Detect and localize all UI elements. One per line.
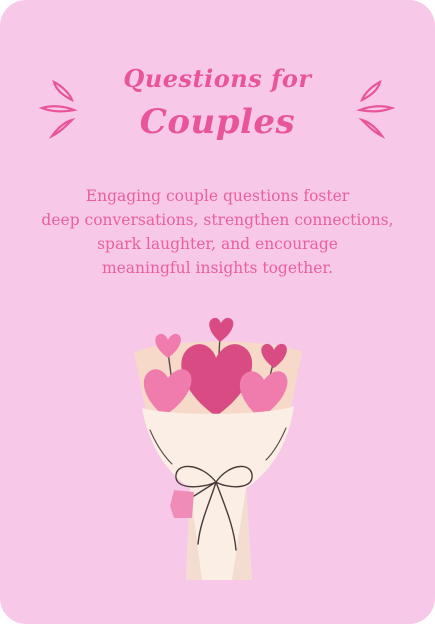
description-line-2: deep conversations, strengthen connectio… bbox=[41, 211, 394, 229]
description: Engaging couple questions foster deep co… bbox=[20, 184, 415, 280]
title-line-1: Questions for bbox=[123, 64, 312, 93]
description-line-4: meaningful insights together. bbox=[101, 259, 334, 277]
bouquet-icon bbox=[134, 317, 302, 580]
description-line-1: Engaging couple questions foster bbox=[85, 187, 350, 205]
tag-icon bbox=[170, 490, 194, 518]
title-line-2: Couples bbox=[139, 102, 296, 142]
description-line-3: spark laughter, and encourage bbox=[97, 235, 338, 253]
question-card: Questions for Couples Engaging couple qu… bbox=[0, 0, 435, 624]
heart-icon-top bbox=[209, 317, 234, 342]
